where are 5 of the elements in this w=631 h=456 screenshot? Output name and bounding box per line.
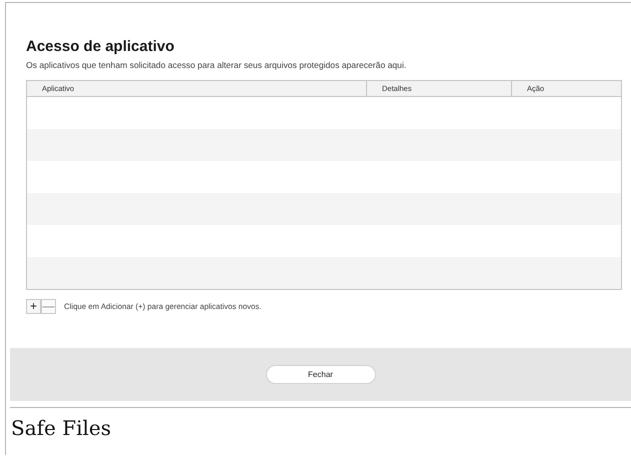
close-button[interactable]: Fechar — [266, 365, 376, 384]
add-button[interactable]: + — [26, 299, 41, 314]
dialog-description: Os aplicativos que tenham solicitado acesso para alterar seus arquivos protegidos aparecerão aqui. — [26, 59, 408, 71]
caption: Safe Files — [11, 416, 111, 440]
dialog-title: Acesso de aplicativo — [26, 38, 176, 56]
